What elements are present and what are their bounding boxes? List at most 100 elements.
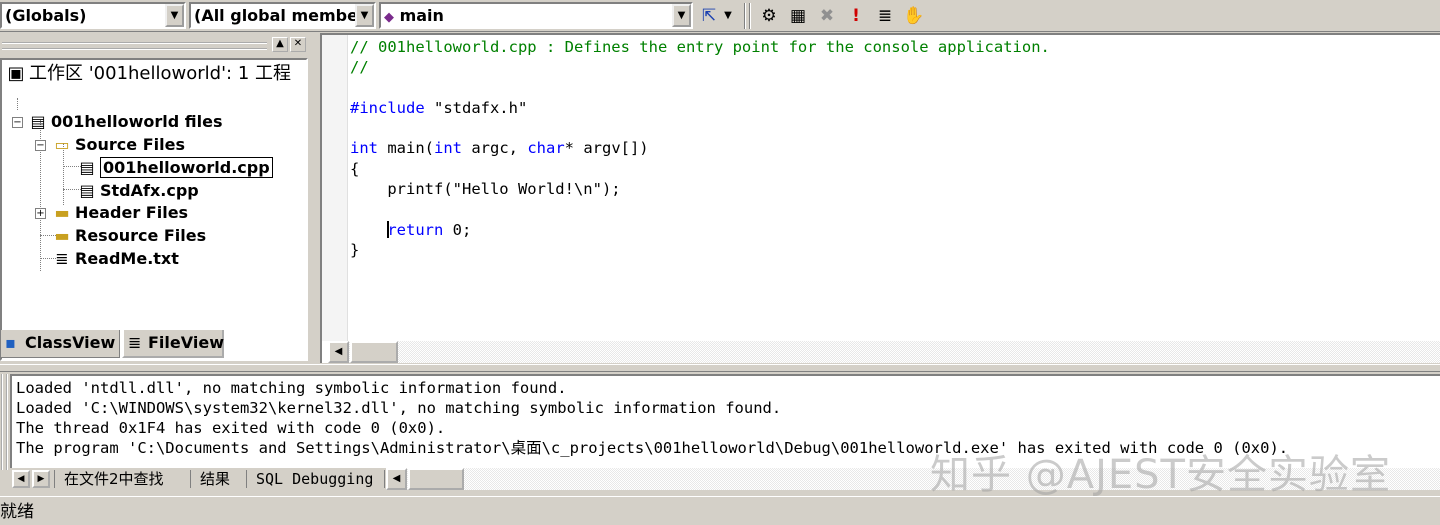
tree-item-workspace[interactable]: ▣ 工作区 '001helloworld': 1 工程	[6, 63, 291, 85]
tab-fileview[interactable]: ≣ FileView	[122, 330, 224, 358]
tree-item-label: Header Files	[75, 203, 189, 222]
status-text: 就绪	[0, 502, 34, 522]
code-text-span: 0;	[443, 220, 472, 239]
tab-scroll-left-icon[interactable]: ◀	[12, 470, 30, 488]
output-line: Loaded 'C:\WINDOWS\system32\kernel32.dll…	[16, 399, 782, 417]
code-text-span: * argv[])	[564, 139, 649, 158]
code-keyword: int	[350, 139, 378, 158]
tab-classview[interactable]: ▪ ClassView	[0, 330, 120, 358]
breakpoint-icon[interactable]: ✋	[902, 4, 926, 28]
tab-label: FileView	[148, 333, 224, 352]
scope-combo[interactable]: (Globals) ▼	[0, 2, 186, 29]
code-text-span: "stdafx.h"	[424, 98, 528, 117]
chevron-down-icon[interactable]: ▼	[355, 4, 374, 27]
toolbar-separator	[749, 3, 751, 29]
tab-separator	[384, 470, 385, 488]
members-combo-value: (All global members	[194, 6, 376, 25]
text-file-icon: ≣	[55, 249, 69, 268]
code-text[interactable]: // 001helloworld.cpp : Defines the entry…	[350, 37, 1050, 260]
tab-separator	[54, 470, 55, 488]
pane-splitter[interactable]	[0, 364, 1440, 372]
pane-grip[interactable]	[1, 374, 8, 470]
code-keyword: int	[434, 139, 462, 158]
tree-item-file[interactable]: ▤ 001helloworld.cpp	[77, 157, 273, 179]
tab-label: ClassView	[25, 333, 116, 352]
stop-build-icon[interactable]: ✖	[815, 4, 839, 28]
fileview-icon: ≣	[128, 333, 142, 352]
tab-separator	[246, 470, 247, 488]
build-icon[interactable]: ▦	[786, 4, 810, 28]
tree-item-resource-files[interactable]: ▬ Resource Files	[52, 225, 206, 247]
cpp-file-icon: ▤	[79, 181, 95, 200]
tab-sql-debugging[interactable]: SQL Debugging	[252, 468, 373, 490]
tree-item-readme[interactable]: ≣ ReadMe.txt	[52, 248, 179, 270]
function-icon: ◆	[384, 10, 394, 25]
workspace-pane: ▲ ✕ ▣ 工作区 '001helloworld': 1 工程 − ▤ 001hel…	[0, 33, 314, 363]
scope-combo-value: (Globals)	[5, 6, 87, 25]
execute-icon[interactable]: !	[844, 4, 868, 28]
tree-item-label: ReadMe.txt	[75, 249, 179, 268]
code-text-span: argc,	[462, 139, 528, 158]
dropdown-arrow-icon[interactable]: ▼	[719, 4, 737, 28]
watermark: 知乎 @AJEST安全实验室	[930, 452, 1391, 498]
output-line: Loaded 'ntdll.dll', no matching symbolic…	[16, 379, 567, 397]
tree-item-label: Source Files	[75, 135, 185, 154]
wizard-bar-toolbar: (Globals) ▼ (All global members ▼ ◆ main…	[0, 0, 1440, 32]
code-keyword: return	[387, 220, 444, 239]
chevron-down-icon[interactable]: ▼	[165, 4, 184, 27]
scrollbar-thumb[interactable]	[408, 468, 464, 490]
compile-icon[interactable]: ⚙	[757, 4, 781, 28]
chevron-down-icon[interactable]: ▼	[672, 4, 691, 27]
code-text-span	[350, 221, 387, 239]
scroll-left-icon[interactable]: ◀	[386, 468, 407, 490]
code-comment: // 001helloworld.cpp : Defines the entry…	[350, 38, 1050, 56]
cpp-file-icon: ▤	[79, 158, 95, 177]
editor-horizontal-scrollbar[interactable]: ◀	[328, 341, 1440, 363]
tab-results[interactable]: 结果	[196, 468, 230, 490]
status-bar: 就绪	[0, 496, 1440, 525]
workspace-tabs: ▪ ClassView ≣ FileView	[0, 330, 308, 360]
tree-line	[17, 98, 18, 110]
expand-icon[interactable]: +	[35, 208, 46, 219]
code-editor[interactable]: // 001helloworld.cpp : Defines the entry…	[320, 33, 1440, 363]
code-text-span: printf("Hello World!\n");	[350, 180, 621, 199]
tab-find-in-files-2[interactable]: 在文件2中查找	[60, 468, 164, 490]
function-combo[interactable]: ◆ main ▼	[379, 2, 693, 29]
tab-scroll-right-icon[interactable]: ▶	[32, 470, 50, 488]
tree-item-project[interactable]: ▤ 001helloworld files	[28, 111, 222, 133]
tree-item-label: 工作区 '001helloworld': 1 工程	[29, 63, 291, 84]
code-keyword: #include	[350, 98, 425, 117]
collapse-icon[interactable]: −	[35, 140, 46, 151]
collapse-icon[interactable]: −	[12, 117, 23, 128]
close-icon[interactable]: ✕	[290, 37, 306, 52]
folder-open-icon: ▭	[54, 135, 70, 154]
code-keyword: char	[527, 139, 565, 158]
tree-item-file[interactable]: ▤ StdAfx.cpp	[77, 180, 199, 202]
code-text-span: main(	[378, 139, 434, 158]
tree-item-label: StdAfx.cpp	[100, 181, 199, 200]
tree-item-label: 001helloworld.cpp	[100, 157, 273, 178]
function-combo-value: main	[399, 6, 444, 25]
folder-icon: ▬	[54, 203, 70, 222]
workspace-icon: ▣	[7, 63, 25, 84]
code-comment: //	[350, 58, 369, 77]
wizard-bar-action-icon[interactable]: ⇱	[697, 4, 721, 28]
tab-separator	[190, 470, 191, 488]
output-line: The thread 0x1F4 has exited with code 0 …	[16, 419, 446, 437]
project-icon: ▤	[30, 112, 46, 131]
file-tree[interactable]: ▣ 工作区 '001helloworld': 1 工程 − ▤ 001hellowo…	[0, 58, 308, 361]
tree-item-label: Resource Files	[75, 226, 207, 245]
tree-item-source-files[interactable]: ▭ Source Files	[52, 134, 185, 156]
scrollbar-thumb[interactable]	[350, 341, 398, 363]
code-text-span: }	[350, 240, 360, 259]
pane-grip[interactable]	[2, 42, 267, 50]
go-icon[interactable]: ≣	[873, 4, 897, 28]
editor-gutter[interactable]	[322, 35, 348, 341]
toolbar-separator	[744, 3, 746, 29]
members-combo[interactable]: (All global members ▼	[189, 2, 376, 29]
classview-icon: ▪	[5, 333, 16, 352]
maximize-icon[interactable]: ▲	[272, 37, 288, 52]
tree-item-header-files[interactable]: ▬ Header Files	[52, 202, 188, 224]
code-text-span: {	[350, 159, 360, 178]
scroll-left-icon[interactable]: ◀	[328, 341, 349, 363]
